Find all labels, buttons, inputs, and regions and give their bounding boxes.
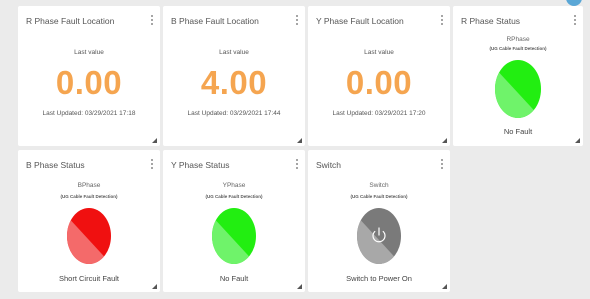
- widget-title: B Phase Status: [26, 160, 85, 170]
- status-indicator-icon: [67, 208, 111, 264]
- device-name: BPhase: [77, 182, 101, 189]
- more-options-icon[interactable]: [150, 15, 154, 27]
- resize-handle-icon[interactable]: [575, 138, 580, 143]
- widget-title: Switch: [316, 160, 342, 170]
- status-text: Short Circuit Fault: [58, 274, 120, 283]
- last-value-label: Last value: [364, 49, 394, 56]
- fault-location-value: 0.00: [55, 64, 123, 101]
- widget-title: Y Phase Status: [171, 160, 230, 170]
- widget-title: R Phase Fault Location: [26, 16, 115, 26]
- device-subtitle: (UG Cable Fault Detection): [489, 46, 547, 51]
- last-value-label: Last value: [219, 49, 249, 56]
- widget-switch[interactable]: Switch Switch (UG Cable Fault Detection)…: [308, 150, 450, 292]
- widget-title: B Phase Fault Location: [171, 16, 259, 26]
- widget-title: Y Phase Fault Location: [316, 16, 404, 26]
- resize-handle-icon[interactable]: [442, 138, 447, 143]
- last-value-label: Last value: [74, 49, 104, 56]
- widget-y-phase-fault-location[interactable]: Y Phase Fault Location Last value 0.00 L…: [308, 6, 450, 146]
- last-updated-text: Last Updated: 03/29/2021 17:44: [187, 110, 281, 117]
- device-subtitle: (UG Cable Fault Detection): [60, 194, 118, 199]
- resize-handle-icon[interactable]: [152, 138, 157, 143]
- more-options-icon[interactable]: [440, 159, 444, 171]
- last-updated-text: Last Updated: 03/29/2021 17:18: [42, 110, 136, 117]
- more-options-icon[interactable]: [150, 159, 154, 171]
- widget-b-phase-fault-location[interactable]: B Phase Fault Location Last value 4.00 L…: [163, 6, 305, 146]
- more-options-icon[interactable]: [440, 15, 444, 27]
- device-name: YPhase: [222, 182, 246, 189]
- resize-handle-icon[interactable]: [442, 284, 447, 289]
- resize-handle-icon[interactable]: [297, 138, 302, 143]
- status-indicator-icon: [212, 208, 256, 264]
- widget-r-phase-fault-location[interactable]: R Phase Fault Location Last value 0.00 L…: [18, 6, 160, 146]
- last-updated-text: Last Updated: 03/29/2021 17:20: [332, 110, 426, 117]
- fault-location-value: 4.00: [200, 64, 268, 101]
- status-text: No Fault: [503, 127, 533, 136]
- widget-b-phase-status[interactable]: B Phase Status BPhase (UG Cable Fault De…: [18, 150, 160, 292]
- status-text: Switch to Power On: [346, 274, 412, 283]
- widget-r-phase-status[interactable]: R Phase Status RPhase (UG Cable Fault De…: [453, 6, 583, 146]
- widget-y-phase-status[interactable]: Y Phase Status YPhase (UG Cable Fault De…: [163, 150, 305, 292]
- resize-handle-icon[interactable]: [152, 284, 157, 289]
- fault-location-value: 0.00: [345, 64, 413, 101]
- status-text: No Fault: [219, 274, 249, 283]
- device-subtitle: (UG Cable Fault Detection): [350, 194, 408, 199]
- resize-handle-icon[interactable]: [297, 284, 302, 289]
- device-name: RPhase: [506, 36, 530, 43]
- more-options-icon[interactable]: [295, 159, 299, 171]
- switch-toggle[interactable]: [356, 207, 402, 265]
- widget-title: R Phase Status: [461, 16, 521, 26]
- status-indicator-icon: [495, 60, 541, 118]
- more-options-icon[interactable]: [295, 15, 299, 27]
- device-subtitle: (UG Cable Fault Detection): [205, 194, 263, 199]
- device-name: Switch: [369, 182, 389, 189]
- more-options-icon[interactable]: [573, 15, 577, 27]
